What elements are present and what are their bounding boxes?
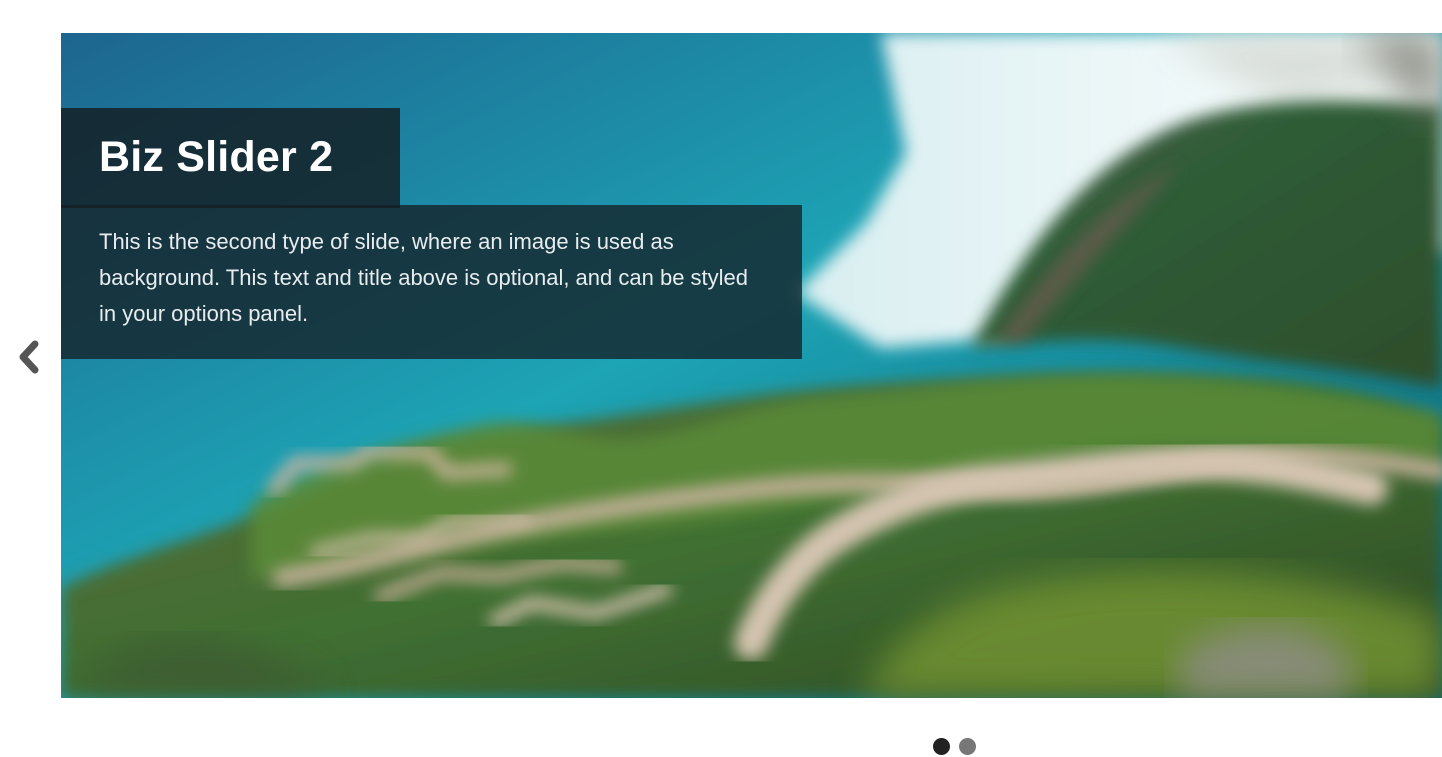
slide-pagination — [933, 738, 976, 755]
slide-description: This is the second type of slide, where … — [99, 229, 749, 326]
pager-dot-2[interactable] — [959, 738, 976, 755]
slide-title-panel: Biz Slider 2 — [61, 108, 400, 208]
slide-title: Biz Slider 2 — [99, 133, 334, 181]
previous-slide-button[interactable] — [12, 336, 46, 378]
pager-dot-1[interactable] — [933, 738, 950, 755]
image-slider: Biz Slider 2 This is the second type of … — [0, 0, 1442, 757]
chevron-left-icon — [19, 340, 39, 374]
active-slide: Biz Slider 2 This is the second type of … — [61, 33, 1442, 698]
slide-description-panel: This is the second type of slide, where … — [61, 205, 802, 359]
